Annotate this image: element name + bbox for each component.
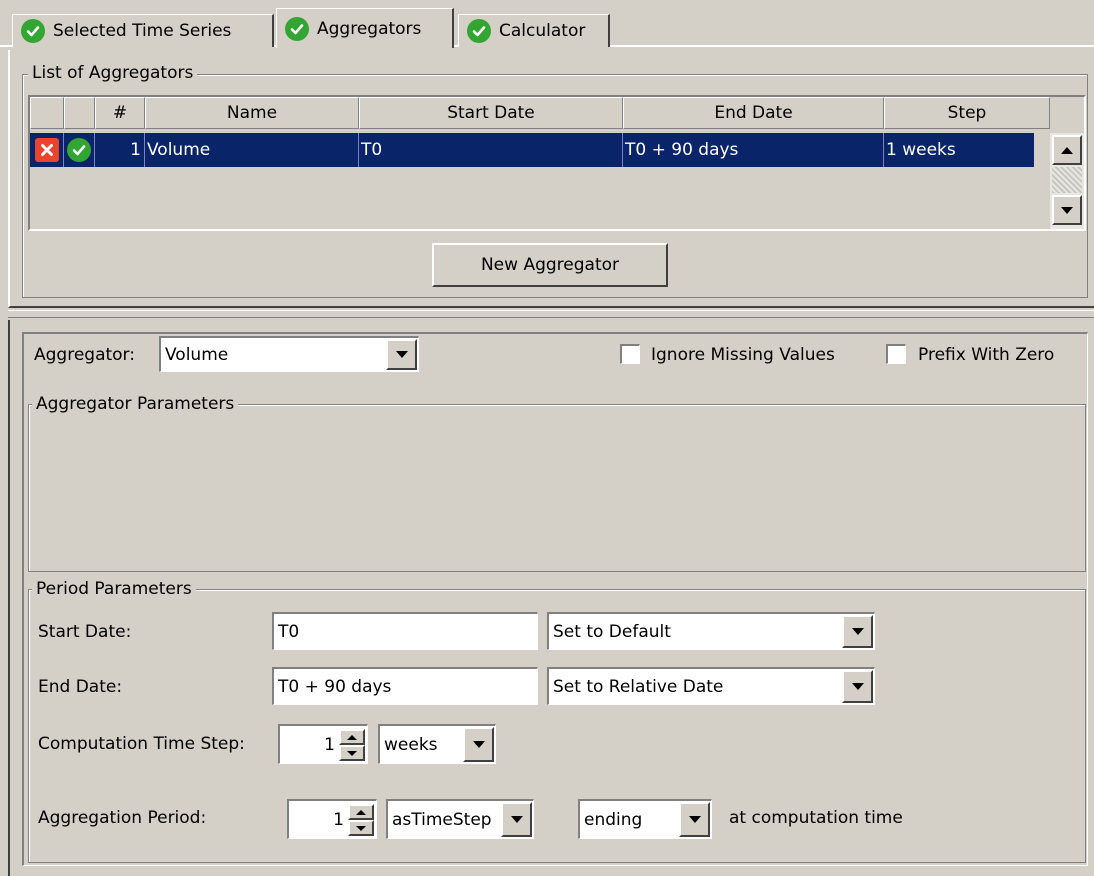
ignore-missing-values-checkbox[interactable] [620, 344, 640, 364]
computation-time-step-value: 1 [324, 734, 335, 755]
chevron-down-icon[interactable] [386, 339, 417, 370]
check-icon [21, 19, 45, 43]
aggregation-period-unit-value: asTimeStep [392, 809, 492, 830]
spinner-buttons[interactable] [348, 804, 374, 836]
aggregation-period-suffix: at computation time [729, 808, 903, 828]
table-scrollbar[interactable] [1050, 133, 1084, 229]
scroll-up-button[interactable] [1052, 135, 1082, 165]
aggregation-period-unit-select[interactable]: asTimeStep [386, 799, 534, 839]
scroll-track[interactable] [1052, 167, 1082, 193]
group-title: List of Aggregators [28, 62, 198, 84]
column-header-start-date[interactable]: Start Date [359, 97, 623, 129]
check-icon [67, 138, 91, 162]
spin-down-button[interactable] [339, 745, 365, 761]
start-date-field[interactable]: T0 [272, 612, 538, 650]
column-header-delete[interactable] [30, 97, 64, 129]
column-header-name[interactable]: Name [145, 97, 359, 129]
aggregation-period-value: 1 [333, 809, 344, 830]
aggregator-parameters-group [28, 404, 1086, 572]
tab-selected-time-series[interactable]: Selected Time Series [12, 14, 274, 47]
tab-label: Aggregators [317, 18, 422, 39]
tab-aggregators[interactable]: Aggregators [276, 8, 454, 48]
table-row[interactable]: 1 Volume T0 T0 + 90 days 1 weeks [30, 133, 1034, 167]
cell-step: 1 weeks [886, 140, 956, 160]
aggregation-period-spinner[interactable]: 1 [287, 799, 377, 839]
tab-calculator[interactable]: Calculator [458, 14, 610, 47]
chevron-down-icon[interactable] [501, 802, 532, 837]
column-header-number[interactable]: # [95, 97, 145, 129]
group-title: Period Parameters [32, 577, 196, 601]
start-date-label: Start Date: [38, 622, 132, 642]
ignore-missing-values-label: Ignore Missing Values [651, 345, 835, 365]
column-header-end-date[interactable]: End Date [623, 97, 884, 129]
cell-start-date: T0 [359, 133, 623, 167]
scroll-down-button[interactable] [1052, 195, 1082, 225]
chevron-down-icon[interactable] [842, 670, 873, 703]
column-header-step[interactable]: Step [884, 97, 1050, 129]
aggregation-anchor-select[interactable]: ending [578, 799, 712, 839]
check-icon [285, 16, 309, 41]
aggregator-select-value: Volume [165, 344, 229, 365]
cell-end-date: T0 + 90 days [623, 133, 884, 167]
prefix-with-zero-checkbox[interactable] [886, 344, 906, 364]
splitter[interactable] [8, 310, 1094, 318]
cell-number: 1 [95, 133, 145, 167]
aggregation-period-label: Aggregation Period: [38, 808, 207, 828]
end-date-label: End Date: [38, 677, 123, 697]
column-header-status[interactable] [64, 97, 95, 129]
end-date-mode-value: Set to Relative Date [553, 676, 724, 697]
spin-down-button[interactable] [348, 820, 374, 836]
chevron-down-icon[interactable] [842, 615, 873, 648]
end-date-mode-select[interactable]: Set to Relative Date [547, 667, 875, 705]
table-header: # Name Start Date End Date Step [30, 97, 1050, 129]
computation-time-step-unit-value: weeks [384, 734, 438, 755]
chevron-down-icon[interactable] [679, 802, 710, 837]
end-date-field[interactable]: T0 + 90 days [272, 667, 538, 705]
aggregators-table: # Name Start Date End Date Step 1 Volume… [28, 95, 1086, 231]
tab-label: Calculator [499, 21, 586, 41]
spin-up-button[interactable] [348, 804, 374, 820]
cell-name: Volume [145, 133, 359, 167]
new-aggregator-button[interactable]: New Aggregator [432, 243, 668, 287]
chevron-down-icon[interactable] [463, 727, 494, 762]
spinner-buttons[interactable] [339, 729, 365, 761]
tab-label: Selected Time Series [53, 21, 232, 41]
start-date-mode-value: Set to Default [553, 621, 671, 642]
aggregator-label: Aggregator: [34, 345, 135, 365]
delete-icon[interactable] [34, 138, 59, 162]
prefix-with-zero-label: Prefix With Zero [918, 345, 1055, 365]
aggregator-select[interactable]: Volume [159, 336, 419, 372]
aggregation-anchor-value: ending [584, 809, 643, 830]
group-title: Aggregator Parameters [32, 392, 239, 416]
computation-time-step-label: Computation Time Step: [38, 734, 245, 754]
check-icon [467, 19, 491, 43]
start-date-mode-select[interactable]: Set to Default [547, 612, 875, 650]
delete-cell[interactable] [30, 133, 64, 167]
computation-time-step-unit-select[interactable]: weeks [378, 724, 496, 764]
status-cell [64, 133, 95, 167]
computation-time-step-spinner[interactable]: 1 [278, 724, 368, 764]
spin-up-button[interactable] [339, 729, 365, 745]
